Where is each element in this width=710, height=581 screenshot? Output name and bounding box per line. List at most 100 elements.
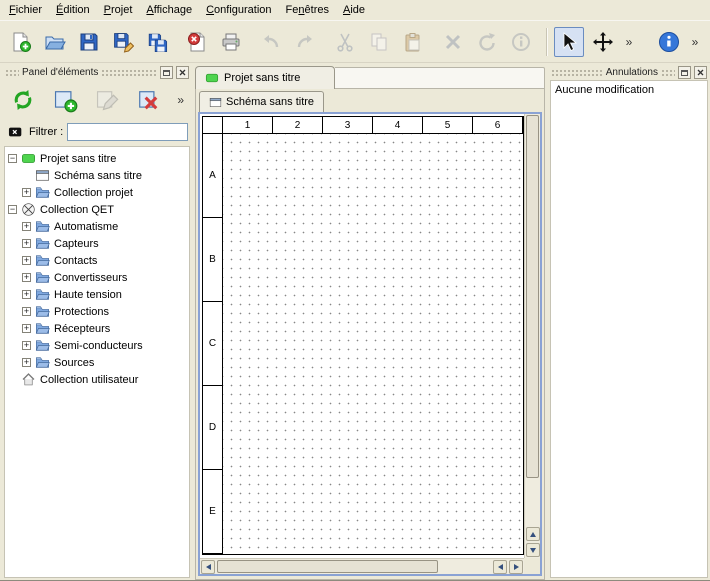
- elements-panel-titlebar: Panel d'éléments: [2, 65, 192, 80]
- new-element-button[interactable]: [50, 84, 80, 116]
- dock-grip[interactable]: [551, 69, 603, 76]
- tree-item-projet-sans-titre[interactable]: −Projet sans titre: [5, 150, 189, 167]
- tree-item-sources[interactable]: +Sources: [5, 354, 189, 371]
- tree-item-collection-projet[interactable]: +Collection projet: [5, 184, 189, 201]
- about-info-button[interactable]: [654, 27, 684, 57]
- horizontal-scrollbar[interactable]: [200, 558, 524, 574]
- delete-element-button[interactable]: [133, 84, 163, 116]
- expand-icon[interactable]: +: [22, 256, 31, 265]
- folder-icon: [35, 304, 50, 319]
- scrollbar-track[interactable]: [216, 559, 492, 574]
- menu-projet[interactable]: Projet: [97, 1, 140, 19]
- menu-aide[interactable]: Aide: [336, 1, 372, 19]
- tree-item-label: Récepteurs: [54, 323, 110, 335]
- tree-item-schema-sans-titre[interactable]: Schéma sans titre: [5, 167, 189, 184]
- arrow-left-icon: [206, 564, 211, 570]
- chevron-overflow-button[interactable]: »: [622, 27, 636, 57]
- close-document-button[interactable]: [182, 27, 212, 57]
- column-header-3: 3: [323, 117, 373, 134]
- dock-float-button[interactable]: [160, 66, 173, 79]
- print-button[interactable]: [216, 27, 246, 57]
- save-all-button[interactable]: [142, 27, 172, 57]
- dock-grip[interactable]: [5, 69, 19, 76]
- expand-icon[interactable]: +: [22, 324, 31, 333]
- expand-icon[interactable]: +: [22, 222, 31, 231]
- float-icon: [681, 70, 688, 76]
- scrollbar-thumb[interactable]: [526, 115, 539, 478]
- tree-item-automatisme[interactable]: +Automatisme: [5, 218, 189, 235]
- scroll-up-button[interactable]: [526, 527, 540, 541]
- redo-button[interactable]: [290, 27, 320, 57]
- dock-grip[interactable]: [101, 69, 157, 76]
- rotate-button[interactable]: [472, 27, 502, 57]
- scroll-left-button[interactable]: [201, 560, 215, 574]
- dock-grip[interactable]: [661, 69, 675, 76]
- expand-icon[interactable]: +: [22, 273, 31, 282]
- menu-configuration[interactable]: Configuration: [199, 1, 278, 19]
- diagram-grid[interactable]: [223, 134, 523, 554]
- diagram-canvas[interactable]: 123456ABCDE: [200, 114, 524, 558]
- tree-item-recepteurs[interactable]: + Récepteurs: [5, 320, 189, 337]
- tree-item-contacts[interactable]: +Contacts: [5, 252, 189, 269]
- chevron-overflow-button[interactable]: »: [688, 27, 702, 57]
- dock-close-button[interactable]: [694, 66, 707, 79]
- save-as-button[interactable]: [108, 27, 138, 57]
- expand-icon[interactable]: +: [22, 358, 31, 367]
- column-header-1: 1: [223, 117, 273, 134]
- copy-button[interactable]: [364, 27, 394, 57]
- collapse-icon[interactable]: −: [8, 205, 17, 214]
- new-document-button[interactable]: [6, 27, 36, 57]
- tree-item-label: Collection QET: [40, 204, 114, 216]
- elements-toolbar-overflow-button[interactable]: »: [175, 93, 186, 107]
- undo-button[interactable]: [256, 27, 286, 57]
- expand-icon[interactable]: +: [22, 239, 31, 248]
- tree-item-label: Capteurs: [54, 238, 99, 250]
- open-document-button[interactable]: [40, 27, 70, 57]
- delete-button[interactable]: [438, 27, 468, 57]
- tree-item-label: Convertisseurs: [54, 272, 127, 284]
- tree-item-collection-utilisateur[interactable]: Collection utilisateur: [5, 371, 189, 388]
- edit-element-button[interactable]: [92, 84, 122, 116]
- clear-filter-icon[interactable]: [6, 124, 25, 140]
- scroll-left-button-2[interactable]: [493, 560, 507, 574]
- tree-item-semi-conducteurs[interactable]: +Semi-conducteurs: [5, 337, 189, 354]
- undo-history-list[interactable]: Aucune modification: [550, 80, 708, 578]
- select-arrow-button[interactable]: [554, 27, 584, 57]
- move-tool-button[interactable]: [588, 27, 618, 57]
- elements-panel-title: Panel d'éléments: [22, 67, 98, 78]
- scrollbar-thumb[interactable]: [217, 560, 438, 573]
- menu-edition[interactable]: Édition: [49, 1, 97, 19]
- scroll-right-button[interactable]: [509, 560, 523, 574]
- cut-button[interactable]: [330, 27, 360, 57]
- properties-button[interactable]: [506, 27, 536, 57]
- expand-icon[interactable]: +: [22, 290, 31, 299]
- scroll-down-button[interactable]: [526, 543, 540, 557]
- collapse-icon[interactable]: −: [8, 154, 17, 163]
- tab-projet-sans-titre[interactable]: Projet sans titre: [195, 66, 335, 89]
- expand-icon[interactable]: +: [22, 188, 31, 197]
- tab-schema-sans-titre[interactable]: Schéma sans titre: [199, 91, 324, 112]
- menu-fichier[interactable]: Fichier: [2, 1, 49, 19]
- vertical-scrollbar[interactable]: [524, 114, 540, 558]
- paste-button[interactable]: [398, 27, 428, 57]
- expand-icon[interactable]: +: [22, 341, 31, 350]
- diagram-icon: [209, 96, 222, 109]
- tree-item-haute-tension[interactable]: +Haute tension: [5, 286, 189, 303]
- dock-float-button[interactable]: [678, 66, 691, 79]
- tree-item-protections[interactable]: +Protections: [5, 303, 189, 320]
- menu-affichage[interactable]: Affichage: [139, 1, 199, 19]
- menu-fenetres[interactable]: Fenêtres: [279, 1, 336, 19]
- tree-item-convertisseurs[interactable]: + Convertisseurs: [5, 269, 189, 286]
- reload-collections-button[interactable]: [8, 84, 38, 116]
- save-button[interactable]: [74, 27, 104, 57]
- elements-panel-toolbar: »: [2, 80, 192, 120]
- row-header-D: D: [203, 386, 223, 470]
- dock-close-button[interactable]: [176, 66, 189, 79]
- expand-icon[interactable]: +: [22, 307, 31, 316]
- scrollbar-track[interactable]: [525, 114, 540, 526]
- tree-item-capteurs[interactable]: + Capteurs: [5, 235, 189, 252]
- tree-item-collection-qet[interactable]: − Collection QET: [5, 201, 189, 218]
- main-area: Panel d'éléments » Filtrer : −Projet san…: [0, 63, 710, 580]
- diagram-tabbar: Schéma sans titre: [196, 89, 544, 112]
- filter-input[interactable]: [67, 123, 188, 141]
